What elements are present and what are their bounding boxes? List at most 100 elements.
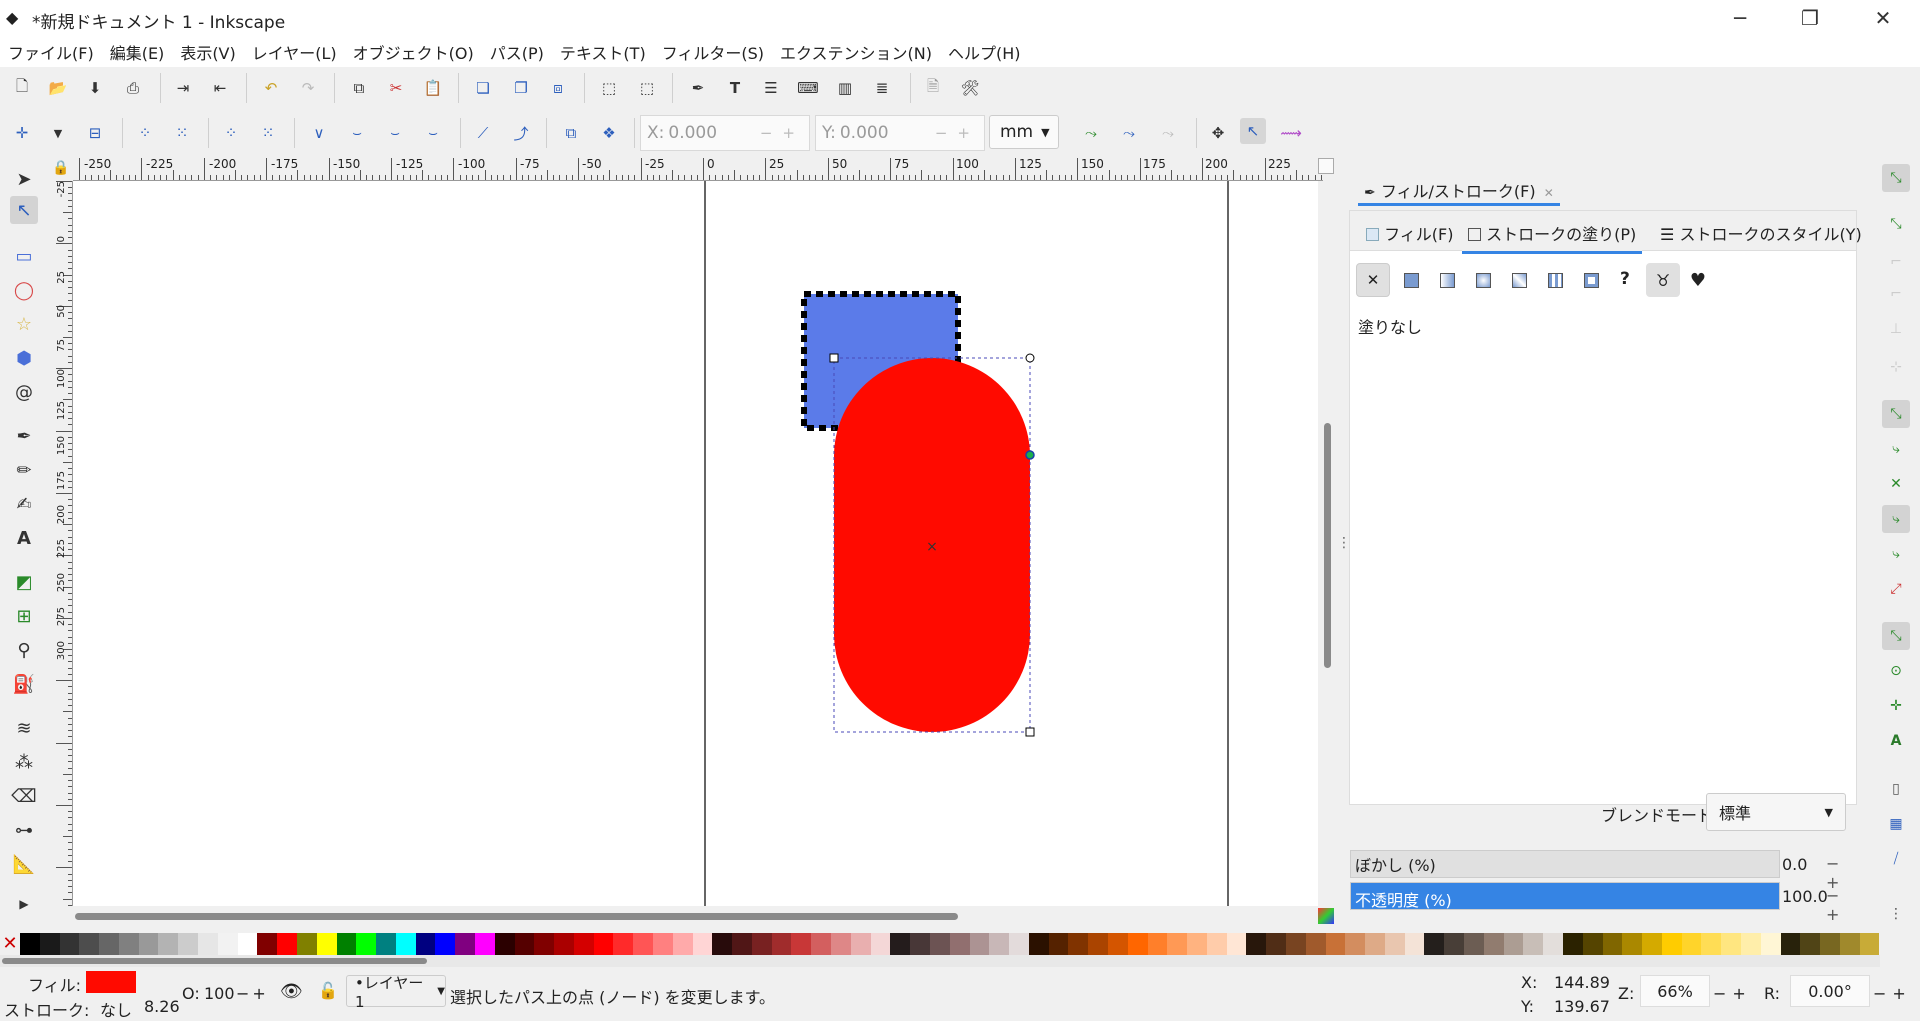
snap-cusp-icon[interactable]: ⤷ xyxy=(1882,505,1910,533)
insert-node-dropdown-icon[interactable]: ▼ xyxy=(45,120,71,146)
tweak-tool-icon[interactable]: ≋ xyxy=(10,714,38,742)
ellipse-tool-icon[interactable]: ◯ xyxy=(10,276,38,304)
join-segment-icon[interactable]: ⁘ xyxy=(218,120,244,146)
palette-swatch[interactable] xyxy=(455,933,475,955)
paste-icon[interactable]: 📋 xyxy=(420,75,446,101)
palette-swatch[interactable] xyxy=(1246,933,1267,955)
insert-node-icon[interactable]: ✛ xyxy=(9,120,35,146)
palette-swatch[interactable] xyxy=(1859,933,1880,955)
minimize-button[interactable]: ─ xyxy=(1705,0,1775,36)
corner-handle-top-right[interactable] xyxy=(1025,353,1035,363)
paint-swatch-icon[interactable] xyxy=(1584,273,1599,288)
palette-swatch[interactable] xyxy=(1464,933,1484,955)
palette-swatch[interactable] xyxy=(1681,933,1702,955)
toolbox-expand-icon[interactable]: ▶ xyxy=(10,890,38,918)
delete-node-icon[interactable]: ⊟ xyxy=(82,120,108,146)
palette-swatch[interactable] xyxy=(257,933,278,955)
palette-swatch[interactable] xyxy=(415,933,436,955)
cusp-node-icon[interactable]: ∨ xyxy=(306,120,332,146)
palette-swatch[interactable] xyxy=(1523,933,1544,955)
menu-help[interactable]: ヘルプ(H) xyxy=(948,40,1021,64)
palette-swatch[interactable] xyxy=(929,933,950,955)
cut-icon[interactable]: ✂ xyxy=(383,75,409,101)
palette-swatch[interactable] xyxy=(653,933,673,955)
lock-guides-icon[interactable]: 🔒 xyxy=(52,160,69,176)
zoom-field[interactable]: 66% xyxy=(1640,975,1710,1007)
zoom-fit-icon[interactable]: ✥ xyxy=(1205,120,1231,146)
y-coordinate-field[interactable]: Y: 0.000 −+ xyxy=(815,115,985,151)
dialog-tab[interactable]: ✒ フィル/ストローク(F) ✕ xyxy=(1358,176,1560,206)
dropper-tool-icon[interactable]: ⚲ xyxy=(10,636,38,664)
rotation-field[interactable]: 0.00° xyxy=(1790,975,1870,1007)
palette-swatch[interactable] xyxy=(1147,933,1168,955)
node-tool-icon[interactable]: ↖ xyxy=(10,196,38,224)
palette-swatch[interactable] xyxy=(158,933,179,955)
palette-swatch[interactable] xyxy=(1820,933,1840,955)
fill-rule-nonzero-icon[interactable]: ♥ xyxy=(1684,266,1712,294)
break-path-icon[interactable]: ⁙ xyxy=(169,120,195,146)
snap-bbox-midpoint-icon[interactable]: ⊥ xyxy=(1882,315,1910,343)
preferences-icon[interactable]: 🛠 xyxy=(957,75,983,101)
palette-swatch[interactable] xyxy=(811,933,832,955)
document-properties-icon[interactable]: 🗎 xyxy=(920,75,946,101)
blend-mode-select[interactable]: 標準 ▼ xyxy=(1706,793,1846,831)
objects-icon[interactable]: ≣ xyxy=(869,75,895,101)
path-node-handle[interactable] xyxy=(1025,450,1035,460)
duplicate-icon[interactable]: ❏ xyxy=(470,75,496,101)
palette-swatch[interactable] xyxy=(831,933,851,955)
print-icon[interactable]: ⎙ xyxy=(120,75,146,101)
palette-swatch[interactable] xyxy=(376,933,396,955)
palette-swatch[interactable] xyxy=(1424,933,1445,955)
menu-layer[interactable]: レイヤー(L) xyxy=(252,40,337,64)
opacity-value[interactable]: 100.0 xyxy=(1782,887,1828,906)
segment-line-icon[interactable]: ⟋ xyxy=(470,120,496,146)
palette-swatch[interactable] xyxy=(217,933,238,955)
gradient-tool-icon[interactable]: ◩ xyxy=(10,568,38,596)
vertical-scrollbar[interactable] xyxy=(1318,181,1336,906)
palette-swatch[interactable] xyxy=(1048,933,1069,955)
opacity-slider[interactable]: 不透明度 (%) xyxy=(1350,882,1780,910)
y-stepper-icon[interactable]: −+ xyxy=(935,124,980,142)
palette-swatch[interactable] xyxy=(751,933,772,955)
delete-segment-icon[interactable]: ⁙ xyxy=(255,120,281,146)
menu-text[interactable]: テキスト(T) xyxy=(560,40,646,64)
measure-tool-icon[interactable]: 📐 xyxy=(10,850,38,878)
snap-others-icon[interactable]: ⤡ xyxy=(1882,622,1910,650)
opacity-stepper-icon[interactable]: −+ xyxy=(1826,886,1860,924)
palette-swatch[interactable] xyxy=(672,933,693,955)
snap-enable-icon[interactable]: ⤡ xyxy=(1882,164,1910,192)
palette-swatch[interactable] xyxy=(692,933,713,955)
palette-swatch[interactable] xyxy=(1404,933,1425,955)
tab-stroke-style[interactable]: ☰ ストロークのスタイル(Y) xyxy=(1660,221,1862,245)
pencil-tool-icon[interactable]: ✏ xyxy=(10,456,38,484)
palette-swatch[interactable] xyxy=(771,933,792,955)
palette-swatch[interactable] xyxy=(1740,933,1761,955)
3d-box-tool-icon[interactable]: ⬢ xyxy=(10,344,38,372)
color-manage-icon[interactable] xyxy=(1318,908,1334,924)
snap-center-icon[interactable]: ⊙ xyxy=(1882,657,1910,685)
symmetric-node-icon[interactable]: ⌣ xyxy=(382,120,408,146)
paint-pattern-icon[interactable] xyxy=(1548,273,1563,288)
palette-swatch[interactable] xyxy=(1266,933,1286,955)
save-icon[interactable]: ⬇ xyxy=(82,75,108,101)
blur-value[interactable]: 0.0 xyxy=(1782,855,1807,874)
palette-swatch[interactable] xyxy=(1483,933,1504,955)
palette-swatch[interactable] xyxy=(277,933,297,955)
palette-swatch[interactable] xyxy=(1325,933,1346,955)
snap-guide-icon[interactable]: ⧸ xyxy=(1882,845,1910,873)
palette-swatch[interactable] xyxy=(613,933,634,955)
object-to-path-icon[interactable]: ⧉ xyxy=(558,120,584,146)
palette-swatch[interactable] xyxy=(1543,933,1563,955)
align-distribute-icon[interactable]: ▥ xyxy=(832,75,858,101)
show-bezier-handles-icon[interactable]: ⤳ xyxy=(1116,120,1142,146)
palette-swatch[interactable] xyxy=(1800,933,1821,955)
paint-mesh-gradient-icon[interactable] xyxy=(1512,273,1527,288)
palette-swatch[interactable] xyxy=(534,933,555,955)
palette-swatch[interactable] xyxy=(474,933,495,955)
export-icon[interactable]: ⇤ xyxy=(207,75,233,101)
palette-swatch[interactable] xyxy=(1345,933,1366,955)
no-paint-swatch-icon[interactable]: ✕ xyxy=(0,933,20,955)
palette-swatch[interactable] xyxy=(1582,933,1603,955)
menu-extensions[interactable]: エクステンション(N) xyxy=(780,40,932,64)
palette-swatch[interactable] xyxy=(296,933,317,955)
